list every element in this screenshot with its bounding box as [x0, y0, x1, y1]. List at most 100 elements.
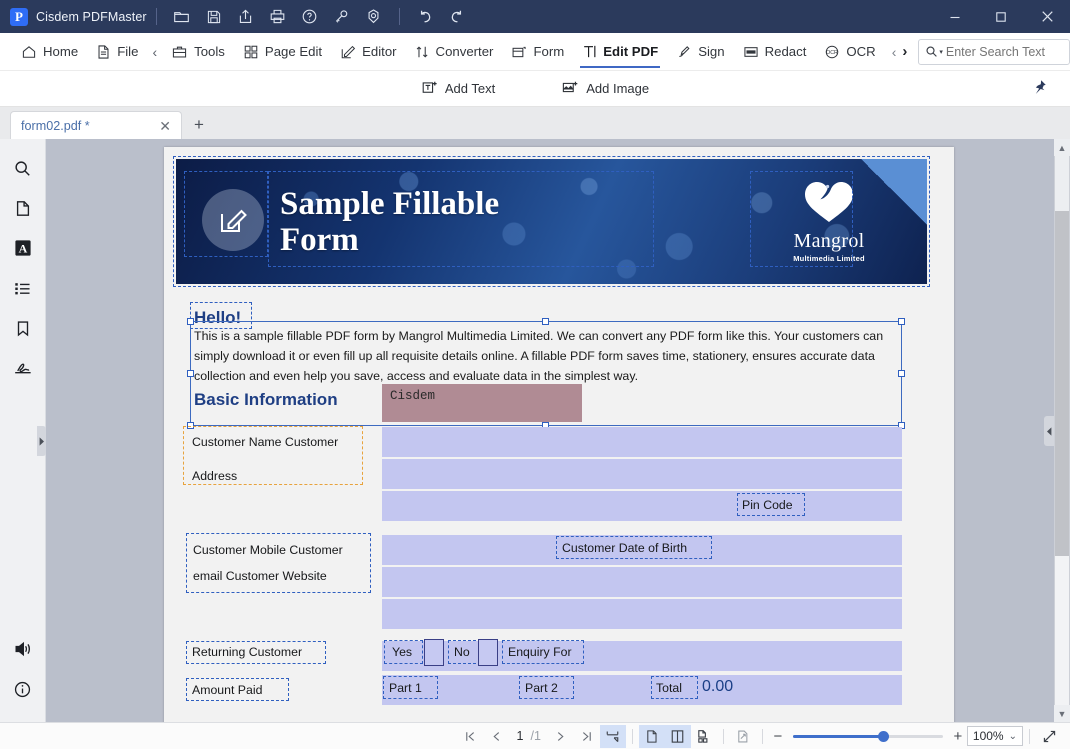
help-icon[interactable] [297, 4, 323, 30]
field-pincode-row[interactable] [382, 491, 902, 521]
label-address[interactable]: Address [192, 469, 237, 483]
hello-heading[interactable]: Hello! [194, 308, 241, 328]
menu-item-form[interactable]: Form [502, 33, 573, 71]
zoom-level-select[interactable]: 100% ⌄ [966, 726, 1023, 746]
field-customer-email[interactable] [382, 567, 902, 597]
label-pin-code[interactable]: Pin Code [742, 498, 793, 512]
label-enquiry-for[interactable]: Enquiry For [508, 645, 572, 659]
close-icon[interactable]: ✕ [159, 119, 171, 133]
add-image-button[interactable]: Add Image [555, 76, 655, 102]
prev-page-icon[interactable] [484, 725, 510, 748]
settings-icon[interactable] [361, 4, 387, 30]
vertical-scrollbar[interactable]: ▲ ▼ [1054, 139, 1070, 722]
next-page-icon[interactable] [548, 725, 574, 748]
label-no[interactable]: No [454, 645, 470, 659]
crop-icon[interactable] [730, 725, 756, 748]
annotation-text-icon[interactable]: A [6, 231, 40, 265]
menu-item-converter[interactable]: Converter [406, 33, 503, 71]
menu-item-editor[interactable]: Editor [331, 33, 405, 71]
document-tab[interactable]: form02.pdf * ✕ [10, 111, 182, 139]
menu-item-sign[interactable]: Sign [667, 33, 733, 71]
field-address[interactable] [382, 459, 902, 489]
menu-nav-prev[interactable]: ‹ [889, 44, 900, 60]
field-amount-total[interactable] [382, 675, 902, 705]
redo-icon[interactable] [444, 4, 470, 30]
print-icon[interactable] [265, 4, 291, 30]
menu-item-redact[interactable]: Redact [734, 33, 816, 71]
share-icon[interactable] [233, 4, 259, 30]
current-page-number[interactable]: 1 [510, 729, 531, 743]
menu-item-file[interactable]: File [87, 33, 147, 71]
right-panel-collapse-handle[interactable] [1044, 416, 1054, 446]
scroll-track-top[interactable] [1055, 156, 1069, 211]
menu-item-home[interactable]: Home [12, 33, 87, 71]
open-folder-icon[interactable] [169, 4, 195, 30]
resize-handle-bl[interactable] [187, 422, 194, 429]
label-total[interactable]: Total [656, 681, 682, 695]
menu-item-edit-pdf[interactable]: Edit PDF [573, 33, 667, 71]
label-customer-email[interactable]: email Customer Website [193, 569, 327, 583]
new-tab-button[interactable]: + [194, 115, 204, 139]
label-part2[interactable]: Part 2 [525, 681, 558, 695]
zoom-out-button[interactable]: − [769, 728, 787, 745]
resize-handle-tc[interactable] [542, 318, 549, 325]
undo-icon[interactable] [412, 4, 438, 30]
checkbox-no[interactable] [478, 639, 498, 666]
continuous-scroll-icon[interactable] [691, 725, 717, 748]
selected-text-object[interactable]: Cisdem [382, 384, 582, 422]
pin-icon[interactable] [1029, 78, 1048, 102]
label-customer-mobile[interactable]: Customer Mobile Customer [193, 543, 343, 557]
resize-handle-mr[interactable] [898, 369, 905, 377]
scroll-up-arrow[interactable]: ▲ [1054, 139, 1070, 156]
section-heading[interactable]: Basic Information [194, 390, 338, 410]
first-page-icon[interactable] [458, 725, 484, 748]
zoom-in-button[interactable]: + [949, 728, 967, 745]
minimize-button[interactable] [932, 0, 978, 33]
search-dropdown-icon[interactable]: ▾ [925, 45, 943, 58]
document-canvas[interactable]: Sample Fillable Form Mangrol Multimedia … [46, 139, 1070, 722]
menu-item-tools[interactable]: Tools [162, 33, 234, 71]
menu-item-ocr[interactable]: OCR OCR [815, 33, 884, 71]
resize-handle-tr[interactable] [898, 318, 905, 325]
speaker-icon[interactable] [6, 632, 40, 666]
zoom-knob[interactable] [878, 730, 890, 742]
label-customer-name[interactable]: Customer Name Customer [192, 435, 338, 449]
fit-page-icon[interactable] [599, 724, 626, 748]
total-value[interactable]: 0.00 [702, 678, 733, 696]
key-icon[interactable] [329, 4, 355, 30]
zoom-slider[interactable] [792, 727, 943, 745]
resize-handle-tl[interactable] [187, 318, 194, 325]
scroll-thumb[interactable] [1055, 211, 1069, 556]
menu-item-page-edit[interactable]: Page Edit [234, 33, 331, 71]
bookmark-icon[interactable] [6, 311, 40, 345]
field-customer-name[interactable] [382, 427, 902, 457]
scroll-down-arrow[interactable]: ▼ [1054, 705, 1070, 722]
intro-paragraph[interactable]: This is a sample fillable PDF form by Ma… [194, 326, 897, 386]
label-amount-paid[interactable]: Amount Paid [192, 683, 262, 697]
label-date-of-birth[interactable]: Customer Date of Birth [562, 541, 687, 555]
banner-image[interactable]: Sample Fillable Form Mangrol Multimedia … [176, 159, 927, 284]
fullscreen-icon[interactable] [1036, 725, 1062, 748]
field-customer-website[interactable] [382, 599, 902, 629]
add-text-button[interactable]: Add Text [415, 76, 501, 102]
label-yes[interactable]: Yes [392, 645, 412, 659]
last-page-icon[interactable] [574, 725, 600, 748]
thumbnail-page-icon[interactable] [6, 191, 40, 225]
resize-handle-ml[interactable] [187, 369, 194, 377]
close-button[interactable] [1024, 0, 1070, 33]
menu-nav-next[interactable]: › [899, 43, 910, 60]
label-returning-customer[interactable]: Returning Customer [192, 645, 302, 659]
search-panel-icon[interactable] [6, 151, 40, 185]
save-icon[interactable] [201, 4, 227, 30]
two-page-icon[interactable] [664, 724, 691, 748]
label-part1[interactable]: Part 1 [389, 681, 422, 695]
pdf-page[interactable]: Sample Fillable Form Mangrol Multimedia … [164, 147, 954, 722]
menu-scroll-left[interactable]: ‹ [147, 33, 162, 71]
scroll-track-bottom[interactable] [1055, 556, 1069, 705]
info-icon[interactable] [6, 672, 40, 706]
single-page-icon[interactable] [638, 724, 665, 748]
search-input[interactable] [945, 44, 1063, 59]
search-box[interactable]: ▾ [918, 38, 1070, 65]
signature-icon[interactable] [6, 351, 40, 385]
outline-list-icon[interactable] [6, 271, 40, 305]
